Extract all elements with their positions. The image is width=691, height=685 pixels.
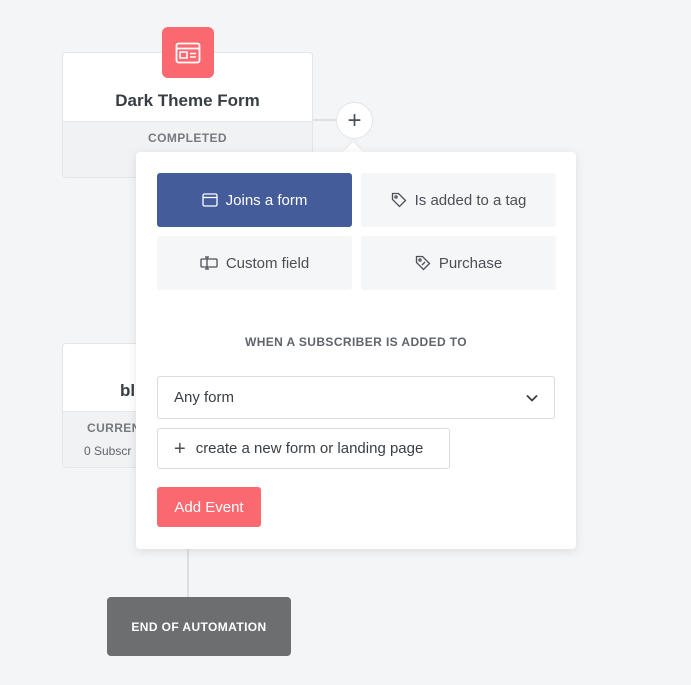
plus-icon: + [347,106,362,134]
add-event-popup: Joins a form Is added to a tag Custom fi… [136,152,576,549]
node-title: bl [120,381,136,400]
option-joins-a-form[interactable]: Joins a form [157,173,352,227]
add-step-button[interactable]: + [336,102,373,139]
node-status: CURREN [87,421,141,435]
section-heading: WHEN A SUBSCRIBER IS ADDED TO [244,335,468,349]
form-select[interactable]: Any form [157,376,555,419]
node-status: COMPLETED [148,131,227,145]
custom-field-icon [200,256,218,270]
end-label: END OF AUTOMATION [131,619,267,634]
tag-icon [391,192,407,208]
option-label: Purchase [438,254,503,272]
form-window-icon [201,193,218,207]
form-window-icon [175,42,201,63]
end-of-automation-node: END OF AUTOMATION [107,597,291,656]
form-badge [162,27,214,78]
option-custom-field[interactable]: Custom field [157,236,352,290]
create-form-button[interactable]: + create a new form or landing page [157,428,450,469]
node-subscriber-count: 0 Subscr [84,444,132,458]
form-select-value: Any form [174,389,235,406]
option-label: Custom field [225,254,310,272]
create-form-label: create a new form or landing page [195,440,424,457]
chevron-down-icon [526,394,538,402]
option-is-added-to-a-tag[interactable]: Is added to a tag [361,173,556,227]
plus-icon: + [174,437,186,460]
node-title: Dark Theme Form [115,91,260,110]
option-label: Is added to a tag [414,191,527,209]
price-tag-icon [415,255,431,271]
connector-line [313,119,337,121]
option-label: Joins a form [225,191,308,209]
option-purchase[interactable]: Purchase [361,236,556,290]
add-event-button[interactable]: Add Event [157,487,261,527]
